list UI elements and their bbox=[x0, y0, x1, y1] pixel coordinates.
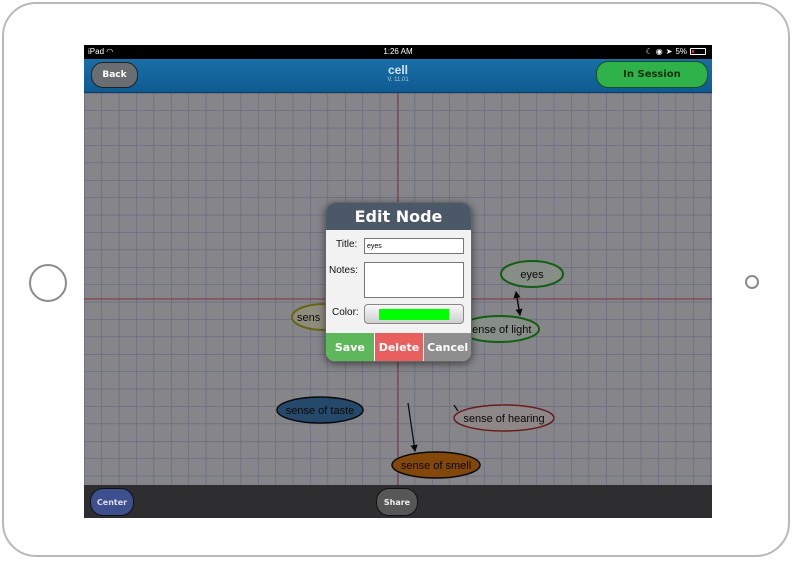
app-screen: iPad ◠ 1:26 AM ☾ ◉ ➤ 5% Back cell V. 11.… bbox=[84, 45, 712, 518]
status-right: ☾ ◉ ➤ 5% bbox=[646, 47, 706, 56]
save-button[interactable]: Save bbox=[326, 333, 374, 361]
share-button[interactable]: Share bbox=[376, 488, 418, 516]
moon-icon: ☾ bbox=[645, 47, 653, 56]
dialog-actions: Save Delete Cancel bbox=[326, 333, 471, 361]
nav-bar: Back cell V. 11.01 In Session bbox=[84, 59, 712, 93]
center-button[interactable]: Center bbox=[90, 488, 134, 516]
bottom-toolbar: Center Share bbox=[84, 485, 712, 518]
edit-node-dialog: Edit Node Title: eyes Notes: Color: Save… bbox=[325, 202, 472, 362]
status-bar: iPad ◠ 1:26 AM ☾ ◉ ➤ 5% bbox=[84, 45, 712, 59]
camera-icon bbox=[745, 275, 759, 289]
home-button[interactable] bbox=[29, 264, 67, 302]
in-session-button[interactable]: In Session bbox=[596, 61, 708, 88]
cancel-button[interactable]: Cancel bbox=[423, 333, 471, 361]
color-swatch bbox=[379, 309, 449, 320]
title-input[interactable]: eyes bbox=[364, 238, 464, 254]
color-label: Color: bbox=[332, 307, 359, 318]
lock-rotation-icon: ◉ bbox=[655, 47, 663, 56]
location-icon: ➤ bbox=[665, 47, 673, 56]
battery-icon bbox=[690, 48, 706, 55]
notes-label: Notes: bbox=[329, 265, 358, 276]
color-picker-button[interactable] bbox=[364, 304, 464, 324]
title-label: Title: bbox=[336, 239, 358, 250]
dialog-heading: Edit Node bbox=[326, 203, 471, 230]
status-time: 1:26 AM bbox=[383, 47, 413, 56]
delete-button[interactable]: Delete bbox=[373, 333, 424, 361]
battery-percent: 5% bbox=[675, 47, 687, 56]
notes-input[interactable] bbox=[364, 262, 464, 298]
